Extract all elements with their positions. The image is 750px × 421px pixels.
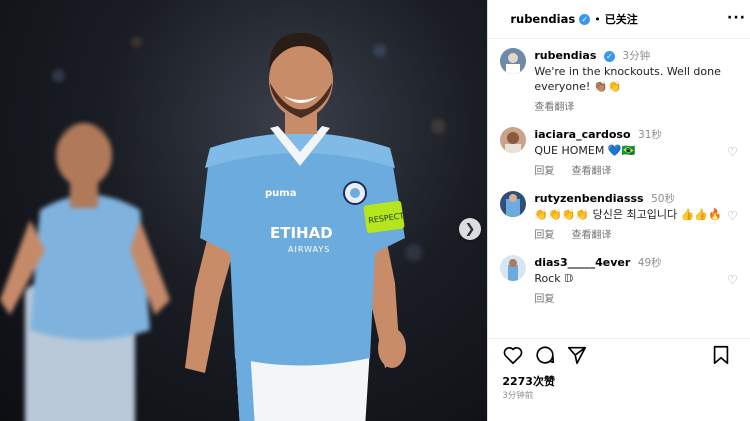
comment-text: QUE HOMEM 💙🇧🇷 bbox=[534, 144, 636, 157]
like-count[interactable]: 2273次赞 bbox=[502, 373, 555, 389]
comment-username[interactable]: iaciara_cardoso bbox=[534, 128, 630, 141]
comment-username[interactable]: rutyzenbendiasss bbox=[534, 192, 643, 205]
more-icon[interactable]: ··· bbox=[727, 10, 746, 26]
verified-badge-icon: ✓ bbox=[603, 50, 615, 62]
following-button[interactable]: 已关注 bbox=[605, 11, 638, 27]
caption-text: We're in the knockouts. Well done everyo… bbox=[534, 65, 721, 93]
comment-username[interactable]: dias3_____4ever bbox=[534, 256, 630, 269]
chevron-right-icon: ❯ bbox=[464, 221, 476, 237]
header-separator: • bbox=[594, 12, 601, 26]
translate-link[interactable]: 查看翻译 bbox=[572, 166, 612, 177]
next-photo-button[interactable]: ❯ bbox=[459, 218, 481, 240]
heart-icon[interactable]: ♡ bbox=[727, 145, 738, 159]
comment-item: dias3_____4ever 49秒 Rock 𝔻 回复 ♡ bbox=[488, 255, 750, 307]
caption-username[interactable]: rubendias bbox=[534, 49, 596, 62]
sponsor-sub-text: AIRWAYS bbox=[288, 245, 330, 254]
comment-avatar[interactable] bbox=[500, 255, 527, 281]
comment-item: rutyzenbendiasss 50秒 👏👏👏👏 당신은 최고입니다 👍👍🔥 … bbox=[488, 191, 750, 243]
kit-brand-text: puma bbox=[265, 188, 296, 199]
post-viewer: RESPECT puma ETIHAD AIRWAYS ❯ rubendias … bbox=[0, 0, 750, 421]
caption-time: 3分钟 bbox=[622, 50, 651, 62]
post-photo[interactable]: RESPECT puma ETIHAD AIRWAYS ❯ bbox=[0, 0, 488, 421]
comment-avatar[interactable] bbox=[500, 127, 527, 153]
comment-time: 49秒 bbox=[637, 257, 662, 269]
bookmark-icon[interactable] bbox=[710, 344, 732, 366]
post-side-panel: rubendias ✓ • 已关注 ··· rubendias ✓ 3分钟 We… bbox=[487, 0, 750, 421]
heart-icon[interactable]: ♡ bbox=[727, 209, 738, 223]
header-username[interactable]: rubendias bbox=[510, 12, 575, 26]
caption: rubendias ✓ 3分钟 We're in the knockouts. … bbox=[488, 48, 750, 115]
action-bar bbox=[502, 344, 742, 366]
comment-icon[interactable] bbox=[534, 344, 556, 366]
reply-button[interactable]: 回复 bbox=[534, 294, 554, 305]
comment-item: iaciara_cardoso 31秒 QUE HOMEM 💙🇧🇷 回复 查看翻… bbox=[488, 127, 750, 179]
translate-link[interactable]: 查看翻译 bbox=[572, 230, 612, 241]
main-player-figure: RESPECT puma ETIHAD AIRWAYS bbox=[185, 33, 406, 421]
heart-icon[interactable] bbox=[502, 344, 524, 366]
comment-avatar[interactable] bbox=[500, 191, 527, 217]
sponsor-main-text: ETIHAD bbox=[270, 224, 333, 242]
heart-icon[interactable]: ♡ bbox=[727, 273, 738, 287]
comment-time: 50秒 bbox=[651, 193, 675, 205]
post-time: 3分钟前 bbox=[502, 391, 534, 401]
caption-translate-link[interactable]: 查看翻译 bbox=[534, 102, 574, 113]
comment-text: Rock 𝔻 bbox=[534, 272, 574, 285]
divider bbox=[488, 338, 750, 339]
post-header: rubendias ✓ • 已关注 ··· bbox=[488, 0, 750, 39]
verified-badge-icon: ✓ bbox=[579, 13, 591, 25]
caption-avatar[interactable] bbox=[500, 48, 527, 74]
comment-time: 31秒 bbox=[638, 129, 662, 141]
comment-text: 👏👏👏👏 당신은 최고입니다 👍👍🔥 bbox=[534, 208, 722, 221]
comments-list[interactable]: rubendias ✓ 3分钟 We're in the knockouts. … bbox=[488, 48, 750, 338]
reply-button[interactable]: 回复 bbox=[534, 166, 554, 177]
background-player-figure bbox=[0, 123, 170, 421]
share-icon[interactable] bbox=[566, 344, 588, 366]
reply-button[interactable]: 回复 bbox=[534, 230, 554, 241]
